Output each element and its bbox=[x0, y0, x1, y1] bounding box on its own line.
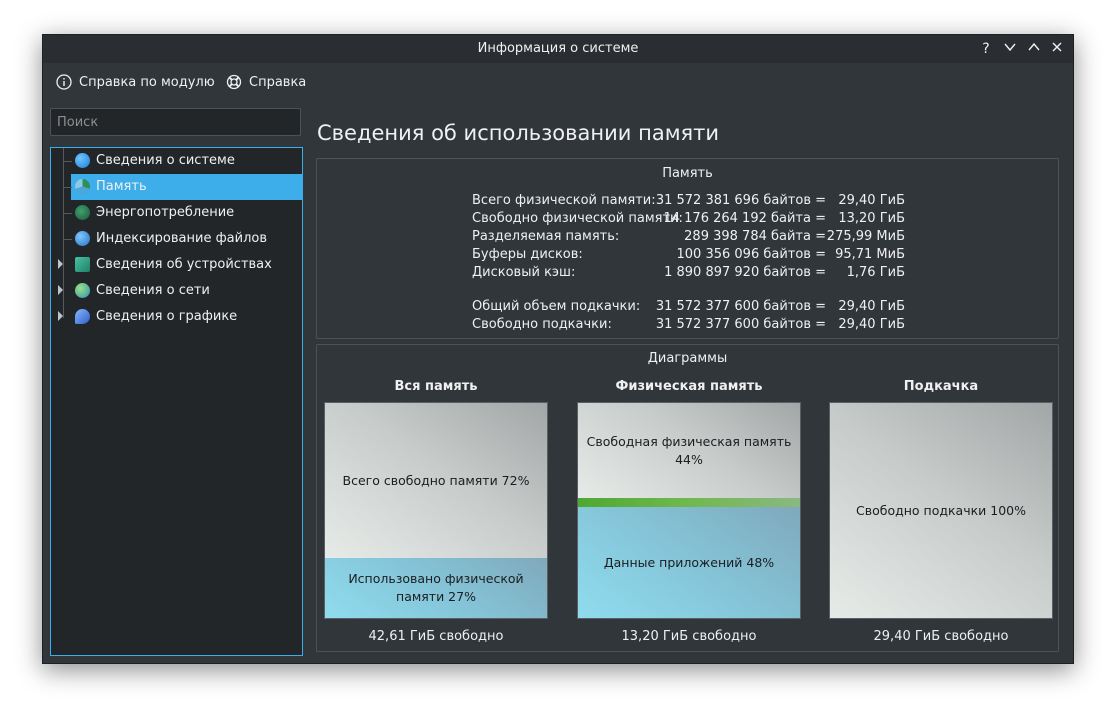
sidebar-item-label: Сведения об устройствах bbox=[96, 257, 272, 272]
file-index-icon bbox=[75, 231, 90, 246]
memory-row-bytes: 1 890 897 920 байтов = bbox=[664, 265, 826, 280]
memory-row-size: 1,76 ГиБ bbox=[846, 265, 905, 280]
sidebar-item-file-indexing[interactable]: Индексирование файлов bbox=[51, 226, 302, 252]
chart-footer: 13,20 ГиБ свободно bbox=[621, 629, 757, 644]
sidebar-item-graphics[interactable]: Сведения о графике bbox=[51, 304, 302, 330]
memory-row-bytes: 31 572 377 600 байтов = bbox=[655, 299, 826, 314]
devices-icon bbox=[75, 257, 90, 272]
tree-branch bbox=[63, 213, 72, 214]
sidebar-item-label: Сведения о системе bbox=[96, 153, 235, 168]
chart-heading: Физическая память bbox=[615, 379, 763, 394]
memory-row-bytes: 31 572 381 696 байтов = bbox=[655, 193, 826, 208]
memory-row-label: Дисковый кэш: bbox=[472, 265, 576, 280]
help-context-button[interactable]: ? bbox=[977, 40, 995, 58]
tree-branch bbox=[63, 239, 72, 240]
sidebar-item-label: Индексирование файлов bbox=[96, 231, 268, 246]
chart-bar: Всего свободно памяти 72% Использовано фи… bbox=[324, 402, 548, 619]
chart-footer: 42,61 ГиБ свободно bbox=[368, 629, 504, 644]
chevron-up-icon bbox=[1028, 42, 1040, 51]
graphics-icon bbox=[75, 309, 90, 324]
memory-row-size: 29,40 ГиБ bbox=[838, 193, 905, 208]
expand-arrow-icon[interactable] bbox=[58, 285, 63, 295]
app-window: Информация о системе ? Справка по модулю… bbox=[42, 34, 1074, 664]
memory-row-bytes: 289 398 784 байта = bbox=[684, 229, 826, 244]
expand-arrow-icon[interactable] bbox=[58, 311, 63, 321]
chart-heading: Вся память bbox=[394, 379, 478, 394]
expand-arrow-icon[interactable] bbox=[58, 259, 63, 269]
sidebar-item-memory[interactable]: Память bbox=[51, 174, 302, 200]
memory-icon bbox=[75, 179, 90, 194]
chart-segment-free: Свободно подкачки 100% bbox=[830, 403, 1052, 618]
memory-row-bytes: 14 176 264 192 байта = bbox=[663, 211, 826, 226]
info-icon bbox=[75, 153, 90, 168]
sidebar-item-devices[interactable]: Сведения об устройствах bbox=[51, 252, 302, 278]
sidebar-item-label: Память bbox=[96, 179, 147, 194]
memory-row-label: Свободно подкачки: bbox=[472, 317, 612, 332]
module-tree[interactable]: Сведения о системе Память Энергопотребле… bbox=[50, 147, 303, 656]
sidebar-item-system-info[interactable]: Сведения о системе bbox=[51, 148, 302, 174]
memory-row-label: Общий объем подкачки: bbox=[472, 299, 641, 314]
memory-row-size: 13,20 ГиБ bbox=[838, 211, 905, 226]
memory-row-size: 29,40 ГиБ bbox=[838, 317, 905, 332]
charts-group-title: Диаграммы bbox=[647, 351, 728, 366]
charts-group: Диаграммы Вся память Всего свободно памя… bbox=[316, 344, 1059, 652]
lifebuoy-icon bbox=[226, 74, 242, 90]
module-help-button[interactable]: Справка по модулю bbox=[56, 74, 215, 90]
close-button[interactable] bbox=[1048, 40, 1066, 58]
chart-segment-green bbox=[578, 498, 800, 507]
sidebar-item-label: Энергопотребление bbox=[96, 205, 235, 220]
chart-heading: Подкачка bbox=[903, 379, 979, 394]
search-input[interactable] bbox=[50, 108, 301, 136]
sidebar-item-network[interactable]: Сведения о сети bbox=[51, 278, 302, 304]
memory-row-label: Разделяемая память: bbox=[472, 229, 620, 244]
tree-branch bbox=[63, 161, 72, 162]
info-icon bbox=[56, 74, 72, 90]
tree-branch bbox=[63, 187, 72, 188]
memory-row-bytes: 100 356 096 байтов = bbox=[676, 247, 826, 262]
memory-row-bytes: 31 572 377 600 байтов = bbox=[655, 317, 826, 332]
title-bar[interactable]: Информация о системе ? bbox=[43, 35, 1073, 63]
module-help-label: Справка по модулю bbox=[79, 74, 215, 90]
memory-row-size: 29,40 ГиБ bbox=[838, 299, 905, 314]
chart-segment-free: Свободная физическая память 44% bbox=[578, 403, 800, 498]
chart-segment-used: Данные приложений 48% bbox=[578, 507, 800, 618]
minimize-button[interactable] bbox=[1001, 40, 1019, 58]
memory-row-size: 275,99 МиБ bbox=[826, 229, 905, 244]
sidebar-item-energy[interactable]: Энергопотребление bbox=[51, 200, 302, 226]
toolbar: Справка по модулю Справка bbox=[43, 65, 1073, 101]
sidebar-item-label: Сведения о сети bbox=[96, 283, 210, 298]
chart-footer: 29,40 ГиБ свободно bbox=[873, 629, 1009, 644]
chevron-down-icon bbox=[1004, 43, 1016, 52]
help-button[interactable]: Справка bbox=[226, 74, 306, 90]
globe-icon bbox=[75, 283, 90, 298]
chart-bar: Свободно подкачки 100% bbox=[829, 402, 1053, 619]
close-icon bbox=[1052, 42, 1062, 52]
chart-segment-used: Использовано физической памяти 27% bbox=[325, 558, 547, 618]
help-label: Справка bbox=[249, 74, 307, 90]
sidebar-item-label: Сведения о графике bbox=[96, 309, 238, 324]
window-title: Информация о системе bbox=[477, 41, 639, 56]
memory-group: Память Всего физической памяти: 31 572 3… bbox=[316, 158, 1059, 339]
chart-segment-free: Всего свободно памяти 72% bbox=[325, 403, 547, 558]
memory-row-size: 95,71 МиБ bbox=[835, 247, 905, 262]
chart-bar: Свободная физическая память 44% Данные пр… bbox=[577, 402, 801, 619]
memory-row-label: Буферы дисков: bbox=[472, 247, 583, 262]
memory-group-title: Память bbox=[662, 166, 713, 181]
energy-icon bbox=[75, 205, 90, 220]
page-title: Сведения об использовании памяти bbox=[317, 121, 720, 145]
maximize-button[interactable] bbox=[1025, 40, 1043, 58]
